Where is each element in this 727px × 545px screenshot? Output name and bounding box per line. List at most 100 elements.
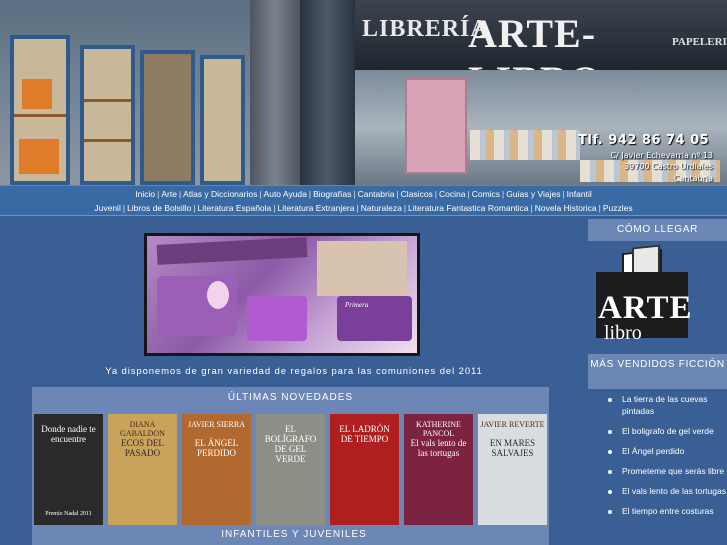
book-author: DIANA GABALDON (120, 420, 165, 438)
nav-separator: | (403, 203, 407, 213)
shop-window (80, 45, 135, 185)
nav-separator: | (308, 189, 312, 199)
nav-link-novela-historica[interactable]: Novela Historica (535, 203, 597, 213)
shop-window (200, 55, 245, 185)
nav-link-juvenil[interactable]: Juvenil (94, 203, 120, 213)
book-cover[interactable]: EL LADRÓN DE TIEMPO (330, 414, 399, 525)
nav-separator: | (157, 189, 160, 199)
nav-separator: | (193, 203, 196, 213)
nav-separator: | (273, 203, 276, 213)
bestseller-title: La tierra de las cuevas pintadas (622, 394, 708, 416)
bestseller-item[interactable]: El vals lento de las tortugas (588, 485, 727, 497)
pillar (300, 0, 355, 185)
nav-link-atlas-y-diccionarios[interactable]: Atlas y Diccionarios (183, 189, 257, 199)
shop-window (10, 35, 70, 185)
book-cover[interactable]: EL BOLÍGRAFO DE GEL VERDE (256, 414, 325, 525)
nav-link-auto-ayuda[interactable]: Auto Ayuda (264, 189, 307, 199)
book-title: EL BOLÍGRAFO DE GEL VERDE (264, 424, 317, 464)
nav-link-guias-y-viajes[interactable]: Guias y Viajes (506, 189, 560, 199)
book-cover[interactable]: DIANA GABALDON ECOS DEL PASADO (108, 414, 177, 525)
novedades-title: ÚLTIMAS NOVEDADES (227, 392, 354, 403)
book-title: EL ÁNGEL PERDIDO (194, 438, 239, 458)
bestseller-list: La tierra de las cuevas pintadas El bolig… (588, 393, 727, 525)
card-display (405, 78, 467, 174)
nav-link-clasicos[interactable]: Clasicos (401, 189, 433, 199)
promo-image-sign: Primera (345, 301, 369, 309)
book-display (470, 130, 580, 160)
storefront-left (0, 0, 250, 185)
nav-separator: | (502, 189, 505, 199)
logo-libro-text: libro (604, 322, 642, 344)
nav-separator: | (396, 189, 399, 199)
nav-separator: | (598, 203, 601, 213)
promo-image[interactable]: Primera (144, 233, 420, 356)
nav-link-biografías[interactable]: Biografías (313, 189, 351, 199)
bestseller-item[interactable]: La tierra de las cuevas pintadas (588, 393, 727, 417)
nav-link-libros-de-bolsillo[interactable]: Libros de Bolsillo (127, 203, 191, 213)
novedades-covers: Donde nadie te encuentre Premio Nadal 201… (34, 414, 547, 525)
book-title: El vals lento de las tortugas (410, 438, 467, 458)
bestseller-item[interactable]: Prometeme que serás libre (588, 465, 727, 477)
sign-papeleria: PAPELERIA (672, 36, 727, 48)
nav-separator: | (178, 189, 182, 199)
nav-link-infantil[interactable]: Infantil (567, 189, 592, 199)
mas-vendidos-title: MÁS VENDIDOS FICCIÓN (588, 354, 727, 389)
book-title: ECOS DEL PASADO (121, 438, 164, 458)
nav-link-inicio[interactable]: Inicio (135, 189, 155, 199)
nav-separator: | (562, 189, 565, 199)
book-cover[interactable]: Donde nadie te encuentre Premio Nadal 201… (34, 414, 103, 525)
nav-separator: | (530, 203, 533, 213)
bullet-icon (608, 430, 612, 434)
book-cover[interactable]: JAVIER SIERRA EL ÁNGEL PERDIDO (182, 414, 251, 525)
bullet-icon (608, 490, 612, 494)
bestseller-title: El Ángel perdido (622, 446, 685, 456)
nav-link-literatura-española[interactable]: Literatura Española (198, 203, 272, 213)
nav-row-2: Juvenil | Libros de Bolsillo | Literatura Es… (0, 201, 727, 215)
nav-separator: | (122, 203, 126, 213)
nav-link-comics[interactable]: Comics (472, 189, 500, 199)
arte-libro-logo[interactable]: ARTE libro (588, 244, 727, 354)
promo-caption: Ya disponemos de gran variedad de regalo… (105, 366, 483, 377)
sidebar: CÓMO LLEGAR ARTE libro MÁS VENDIDOS FICC… (588, 217, 727, 545)
nav-separator: | (467, 189, 470, 199)
nav-link-literatura-fantastica-romantica[interactable]: Literatura Fantastica Romantica (408, 203, 528, 213)
nav-link-cocina[interactable]: Cocina (439, 189, 465, 199)
bullet-icon (608, 510, 612, 514)
book-title: EL LADRÓN DE TIEMPO (339, 424, 390, 444)
book-cover[interactable]: KATHERINE PANCOL El vals lento de las tor… (404, 414, 473, 525)
pillar (250, 0, 300, 185)
nav-link-naturaleza[interactable]: Naturaleza (361, 203, 402, 213)
book-badge: Premio Nadal 2011 (45, 511, 92, 517)
main-content: Primera Ya disponemos de gran variedad d… (0, 217, 588, 545)
book-title: EN MARES SALVAJES (489, 438, 536, 458)
bestseller-item[interactable]: El tiempo entre costuras (588, 505, 727, 517)
book-author: KATHERINE PANCOL (416, 420, 461, 438)
promo-photo: Primera (147, 236, 417, 353)
nav-link-literatura-extranjera[interactable]: Literatura Extranjera (277, 203, 354, 213)
book-cover[interactable]: JAVIER REVERTE EN MARES SALVAJES (478, 414, 547, 525)
novedades-panel: ÚLTIMAS NOVEDADES Donde nadie te encuent… (32, 387, 549, 545)
book-author: JAVIER REVERTE (480, 420, 545, 429)
nav-separator: | (434, 189, 438, 199)
header-banner: LIBRERÍA ARTE-LIBRO PAPELERIA Tlf. 942 8… (0, 0, 727, 185)
nav-link-cantabria[interactable]: Cantabria (358, 189, 395, 199)
book-author: JAVIER SIERRA (188, 420, 245, 429)
nav-row-1: Inicio | Arte | Atlas y Diccionarios | Auto Ay… (0, 187, 727, 201)
shop-door (140, 50, 195, 185)
bestseller-title: El tiempo entre costuras (622, 506, 714, 516)
nav-separator: | (259, 189, 262, 199)
address-region: Cantabria (673, 174, 713, 183)
nav-link-puzzles[interactable]: Puzzles (603, 203, 633, 213)
phone-number: Tlf. 942 86 74 05 (578, 133, 710, 148)
bestseller-item[interactable]: El Ángel perdido (588, 445, 727, 457)
category-nav: Inicio | Arte | Atlas y Diccionarios | Auto Ay… (0, 185, 727, 216)
nav-link-arte[interactable]: Arte (161, 189, 177, 199)
address-street: C/ Javier Echevarria nº 13 (610, 151, 713, 160)
como-llegar-link[interactable]: CÓMO LLEGAR (588, 219, 727, 241)
bestseller-item[interactable]: El boligrafo de gel verde (588, 425, 727, 437)
infantiles-title: INFANTILES Y JUVENILES (221, 529, 367, 540)
bullet-icon (608, 470, 612, 474)
book-title: Donde nadie te encuentre (41, 424, 96, 444)
nav-separator: | (353, 189, 356, 199)
address-city: 39700 Castro Urdiales (624, 162, 713, 171)
